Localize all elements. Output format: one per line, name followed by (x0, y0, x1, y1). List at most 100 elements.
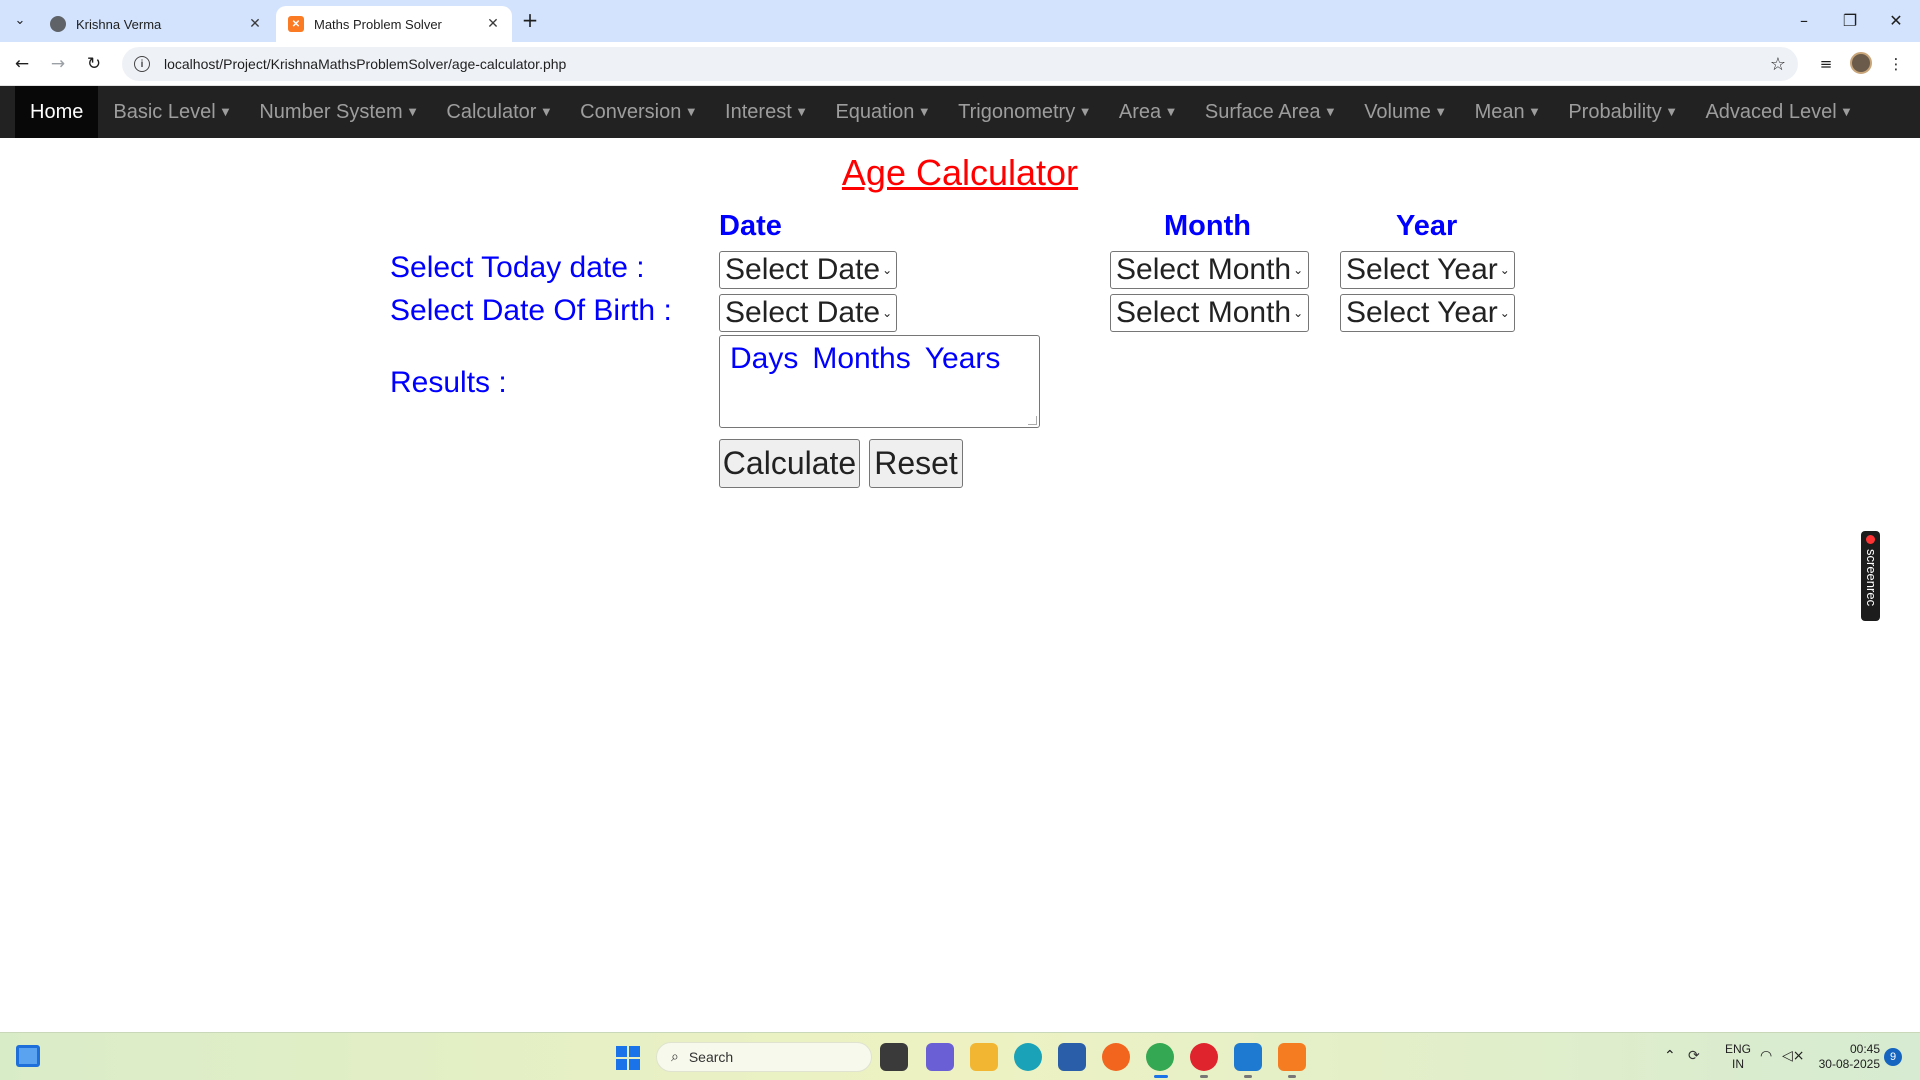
caret-down-icon: ▼ (797, 106, 806, 118)
tray-chevron-up-icon[interactable]: ⌃ (1664, 1048, 1676, 1064)
address-bar[interactable]: i localhost/Project/KrishnaMathsProblemS… (122, 47, 1798, 81)
teams-chat-icon[interactable] (926, 1043, 954, 1071)
nav-item-probability[interactable]: Probability ▼ (1553, 86, 1690, 138)
nav-item-label: Trigonometry (958, 100, 1076, 123)
result-months: Months (812, 342, 911, 375)
nav-item-label: Mean (1474, 100, 1525, 123)
select-value: Select Year (1346, 253, 1498, 286)
select-value: Select Year (1346, 296, 1498, 329)
nav-item-trigonometry[interactable]: Trigonometry ▼ (943, 86, 1104, 138)
bookmark-star-icon[interactable]: ☆ (1770, 54, 1786, 75)
nav-item-number-system[interactable]: Number System ▼ (244, 86, 431, 138)
language-indicator[interactable]: ENG IN (1718, 1042, 1758, 1072)
back-arrow-icon[interactable]: ← (8, 50, 36, 78)
file-explorer-icon[interactable] (970, 1043, 998, 1071)
forward-arrow-icon[interactable]: → (44, 50, 72, 78)
vscode-icon[interactable] (1234, 1043, 1262, 1078)
nav-item-equation[interactable]: Equation ▼ (820, 86, 943, 138)
calculate-button[interactable]: Calculate (719, 439, 860, 488)
nav-item-interest[interactable]: Interest ▼ (710, 86, 820, 138)
windows-start-icon[interactable] (616, 1046, 640, 1070)
nav-item-home[interactable]: Home (15, 86, 99, 138)
task-view-icon[interactable] (880, 1043, 908, 1071)
nav-item-volume[interactable]: Volume ▼ (1349, 86, 1459, 138)
speaker-muted-icon[interactable]: ◁× (1782, 1048, 1805, 1064)
chevron-down-icon: ⌄ (1293, 306, 1304, 320)
chevron-down-icon: ⌄ (882, 263, 893, 277)
opera-icon[interactable] (1190, 1043, 1218, 1078)
nav-item-area[interactable]: Area ▼ (1104, 86, 1190, 138)
select-value: Select Date (725, 253, 881, 286)
today-date-select[interactable]: Select Date ⌄ (719, 251, 897, 289)
clock-date: 30-08-2025 (1818, 1057, 1880, 1071)
windows-taskbar: ⌕ Search ⌃ ⟳ ENG IN ◠ ◁× 00:45 30-08-202… (0, 1032, 1920, 1080)
results-textarea[interactable]: Days Months Years (719, 335, 1040, 428)
nav-item-label: Volume (1364, 100, 1431, 123)
close-icon[interactable]: ✕ (484, 15, 502, 33)
browser-tab-strip: ⌄ Krishna Verma ✕ ✕ Maths Problem Solver… (0, 0, 1920, 42)
edge-browser-icon[interactable] (1014, 1043, 1042, 1071)
caret-down-icon: ▼ (1081, 106, 1089, 118)
globe-icon (50, 16, 66, 32)
kebab-menu-icon[interactable]: ⋮ (1882, 50, 1910, 78)
nav-item-advaced-level[interactable]: Advaced Level ▼ (1690, 86, 1865, 138)
today-year-select[interactable]: Select Year ⌄ (1340, 251, 1515, 289)
tab-krishna-verma[interactable]: Krishna Verma ✕ (38, 6, 274, 42)
screenrec-widget[interactable]: screenrec (1861, 531, 1880, 621)
caret-down-icon: ▼ (920, 106, 929, 118)
nav-item-label: Surface Area (1204, 100, 1321, 123)
today-month-select[interactable]: Select Month ⌄ (1110, 251, 1309, 289)
restore-icon[interactable]: ❐ (1832, 6, 1868, 34)
clock-time: 00:45 (1849, 1042, 1880, 1056)
url-text: localhost/Project/KrishnaMathsProblemSol… (164, 56, 567, 72)
wifi-icon[interactable]: ◠ (1760, 1048, 1772, 1064)
close-icon[interactable]: ✕ (246, 15, 264, 33)
dob-label: Select Date Of Birth : (390, 294, 672, 327)
column-header-date: Date (719, 210, 782, 242)
caret-down-icon: ▼ (542, 106, 551, 118)
site-info-icon[interactable]: i (134, 56, 150, 72)
window-close-icon[interactable]: ✕ (1878, 6, 1914, 34)
profile-avatar[interactable] (1850, 52, 1872, 74)
widgets-icon[interactable] (16, 1045, 40, 1067)
clock[interactable]: 00:45 30-08-2025 (1808, 1042, 1880, 1072)
nav-item-label: Equation (835, 100, 915, 123)
firefox-icon[interactable] (1102, 1043, 1130, 1071)
reload-icon[interactable]: ↻ (80, 50, 108, 78)
new-tab-plus-icon[interactable]: + (518, 8, 542, 32)
results-label: Results : (390, 366, 507, 399)
result-days: Days (730, 342, 799, 375)
nav-item-label: Basic Level (113, 100, 216, 123)
nav-item-calculator[interactable]: Calculator ▼ (431, 86, 565, 138)
nav-item-surface-area[interactable]: Surface Area ▼ (1190, 86, 1349, 138)
dob-year-select[interactable]: Select Year ⌄ (1340, 294, 1515, 332)
nav-item-label: Probability (1568, 100, 1662, 123)
nav-item-basic-level[interactable]: Basic Level ▼ (98, 86, 244, 138)
chevron-down-icon: ⌄ (1499, 263, 1510, 277)
select-value: Select Month (1116, 296, 1292, 329)
dob-month-select[interactable]: Select Month ⌄ (1110, 294, 1309, 332)
microsoft-store-icon[interactable] (1058, 1043, 1086, 1071)
media-queue-icon[interactable]: ≡ (1812, 50, 1840, 78)
resize-handle-icon[interactable] (1028, 416, 1037, 425)
caret-down-icon: ▼ (1842, 106, 1851, 118)
today-date-label: Select Today date : (390, 251, 645, 284)
nav-item-label: Interest (725, 100, 792, 123)
tab-maths-problem-solver[interactable]: ✕ Maths Problem Solver ✕ (276, 6, 512, 42)
tab-search-chevron-icon[interactable]: ⌄ (8, 8, 32, 32)
tab-title: Maths Problem Solver (314, 16, 442, 32)
chevron-down-icon: ⌄ (882, 306, 893, 320)
nav-item-mean[interactable]: Mean ▼ (1460, 86, 1554, 138)
taskbar-search-placeholder: Search (688, 1049, 734, 1065)
taskbar-search-box[interactable]: ⌕ Search (656, 1042, 872, 1072)
nav-item-conversion[interactable]: Conversion ▼ (565, 86, 710, 138)
notification-badge[interactable]: 9 (1884, 1048, 1902, 1066)
sync-icon[interactable]: ⟳ (1688, 1048, 1700, 1064)
caret-down-icon: ▼ (1667, 106, 1676, 118)
xampp-control-icon[interactable] (1278, 1043, 1306, 1078)
chrome-icon[interactable] (1146, 1043, 1174, 1078)
caret-down-icon: ▼ (687, 106, 696, 118)
reset-button[interactable]: Reset (869, 439, 963, 488)
dob-date-select[interactable]: Select Date ⌄ (719, 294, 897, 332)
minimize-icon[interactable]: – (1786, 6, 1822, 34)
